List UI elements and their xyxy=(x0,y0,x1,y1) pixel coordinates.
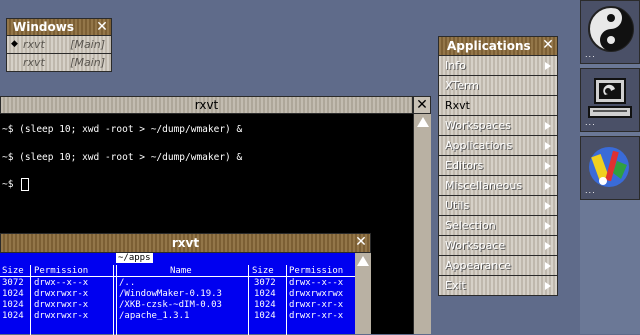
column-header-size: Size xyxy=(252,266,274,276)
menu-item-label: XTerm xyxy=(445,79,480,92)
menu-item-selection[interactable]: Selection xyxy=(438,216,558,236)
submenu-arrow-icon xyxy=(545,122,551,130)
applications-menu-title[interactable]: Applications ✕ xyxy=(438,36,558,56)
terminal-prompt-line: ~$ xyxy=(2,178,30,191)
file-permission: drwxrwxrwx xyxy=(289,289,344,299)
windows-menu-title-label: Windows xyxy=(13,20,74,34)
menu-item-applications[interactable]: Applications xyxy=(438,136,558,156)
windows-menu-item-rxvt-1[interactable]: ◆ rxvt [Main] xyxy=(6,36,112,54)
menu-item-label: Selection xyxy=(445,219,496,232)
close-icon[interactable]: ✕ xyxy=(93,19,111,35)
submenu-arrow-icon xyxy=(545,222,551,230)
submenu-arrow-icon xyxy=(545,262,551,270)
workspace-tag: [Main] xyxy=(70,38,105,51)
windows-menu-title[interactable]: Windows ✕ xyxy=(6,18,112,36)
workspace-tag: [Main] xyxy=(70,56,105,69)
file-permission: drwxrwxr-x xyxy=(34,289,89,299)
applications-menu-title-label: Applications xyxy=(447,39,531,53)
menu-item-appearance[interactable]: Appearance xyxy=(438,256,558,276)
scroll-up-arrow-icon[interactable] xyxy=(417,117,429,127)
file-size: 1024 xyxy=(2,300,24,310)
column-header-name: Name xyxy=(170,266,192,276)
file-size: 1024 xyxy=(2,289,24,299)
dock: ... ... ... xyxy=(580,0,640,334)
file-permission: drwxrwxr-x xyxy=(34,311,89,321)
menu-item-info[interactable]: Info xyxy=(438,56,558,76)
scrollbar[interactable] xyxy=(355,253,371,334)
window-name: rxvt xyxy=(23,38,45,51)
menu-item-label: Workspace xyxy=(445,239,506,252)
current-path: ~/apps xyxy=(116,253,153,263)
dock-tile[interactable]: ... xyxy=(580,0,640,64)
rxvt-file-manager-window: rxvt ✕ ~/apps Size Permission Name Size … xyxy=(0,233,371,335)
file-name[interactable]: /XKB-czsk-~dIM-0.03 xyxy=(119,300,222,310)
scroll-up-arrow-icon[interactable] xyxy=(357,256,369,266)
terminal-titlebar[interactable]: rxvt ✕ xyxy=(0,233,371,253)
menu-item-workspaces[interactable]: Workspaces xyxy=(438,116,558,136)
menu-item-label: Info xyxy=(445,59,466,72)
menu-item-label: Editors xyxy=(445,159,484,172)
terminal-title: rxvt xyxy=(194,98,219,112)
dock-tile-dots: ... xyxy=(585,50,596,59)
file-permission: drwx--x--x xyxy=(34,278,89,288)
submenu-arrow-icon xyxy=(545,182,551,190)
file-name[interactable]: /apache_1.3.1 xyxy=(119,311,189,321)
terminal-title: rxvt xyxy=(171,236,200,250)
menu-item-label: Workspaces xyxy=(445,119,511,132)
menu-item-label: Utils xyxy=(445,199,470,212)
file-size: 1024 xyxy=(254,300,276,310)
file-name[interactable]: /.. xyxy=(119,278,135,288)
column-header-permission: Permission xyxy=(34,266,89,276)
applications-menu: Applications ✕ Info XTerm Rxvt Workspace… xyxy=(438,36,558,296)
window-name: rxvt xyxy=(23,56,45,69)
submenu-arrow-icon xyxy=(545,242,551,250)
menu-item-utils[interactable]: Utils xyxy=(438,196,558,216)
menu-item-label: Rxvt xyxy=(445,99,470,112)
submenu-arrow-icon xyxy=(545,62,551,70)
menu-item-editors[interactable]: Editors xyxy=(438,156,558,176)
file-permission: drwxr-xr-x xyxy=(289,300,344,310)
terminal-titlebar[interactable]: rxvt xyxy=(0,96,413,114)
file-name[interactable]: /WindowMaker-0.19.3 xyxy=(119,289,222,299)
terminal-prompt: ~$ xyxy=(2,179,20,190)
column-header-permission: Permission xyxy=(289,266,344,276)
menu-item-miscellaneous[interactable]: Miscellaneous xyxy=(438,176,558,196)
text-cursor xyxy=(21,178,30,191)
close-icon[interactable]: ✕ xyxy=(539,37,557,53)
file-permission: drwx--x--x xyxy=(289,278,344,288)
close-icon[interactable]: ✕ xyxy=(413,96,431,114)
menu-item-rxvt[interactable]: Rxvt xyxy=(438,96,558,116)
menu-item-label: Miscellaneous xyxy=(445,179,523,192)
menu-item-label: Exit xyxy=(445,279,466,292)
windows-menu-item-rxvt-2[interactable]: rxvt [Main] xyxy=(6,54,112,72)
terminal-line: ~$ (sleep 10; xwd -root > ~/dump/wmaker)… xyxy=(2,124,243,135)
terminal-line: ~$ (sleep 10; xwd -root > ~/dump/wmaker)… xyxy=(2,152,243,163)
close-icon[interactable]: ✕ xyxy=(352,234,370,250)
submenu-arrow-icon xyxy=(545,142,551,150)
file-size: 1024 xyxy=(254,311,276,321)
file-permission: drwxrwxr-x xyxy=(34,300,89,310)
menu-item-workspace[interactable]: Workspace xyxy=(438,236,558,256)
current-window-marker-icon: ◆ xyxy=(11,39,18,49)
menu-item-exit[interactable]: Exit xyxy=(438,276,558,296)
menu-item-xterm[interactable]: XTerm xyxy=(438,76,558,96)
submenu-arrow-icon xyxy=(545,202,551,210)
dock-tile-dots: ... xyxy=(585,118,596,127)
file-list-panel[interactable]: ~/apps Size Permission Name Size Permiss… xyxy=(0,253,355,335)
menu-item-label: Applications xyxy=(445,139,513,152)
dock-tile[interactable]: ... xyxy=(580,136,640,200)
file-size: 3072 xyxy=(2,278,24,288)
file-size: 1024 xyxy=(2,311,24,321)
menu-item-label: Appearance xyxy=(445,259,512,272)
file-size: 1024 xyxy=(254,289,276,299)
scrollbar[interactable] xyxy=(413,114,431,334)
submenu-arrow-icon xyxy=(545,162,551,170)
file-size: 3072 xyxy=(254,278,276,288)
submenu-arrow-icon xyxy=(545,282,551,290)
windows-menu: Windows ✕ ◆ rxvt [Main] rxvt [Main] xyxy=(6,18,112,72)
dock-tile[interactable]: ... xyxy=(580,68,640,132)
dock-tile-dots: ... xyxy=(585,186,596,195)
column-header-size: Size xyxy=(2,266,24,276)
file-permission: drwxr-xr-x xyxy=(289,311,344,321)
